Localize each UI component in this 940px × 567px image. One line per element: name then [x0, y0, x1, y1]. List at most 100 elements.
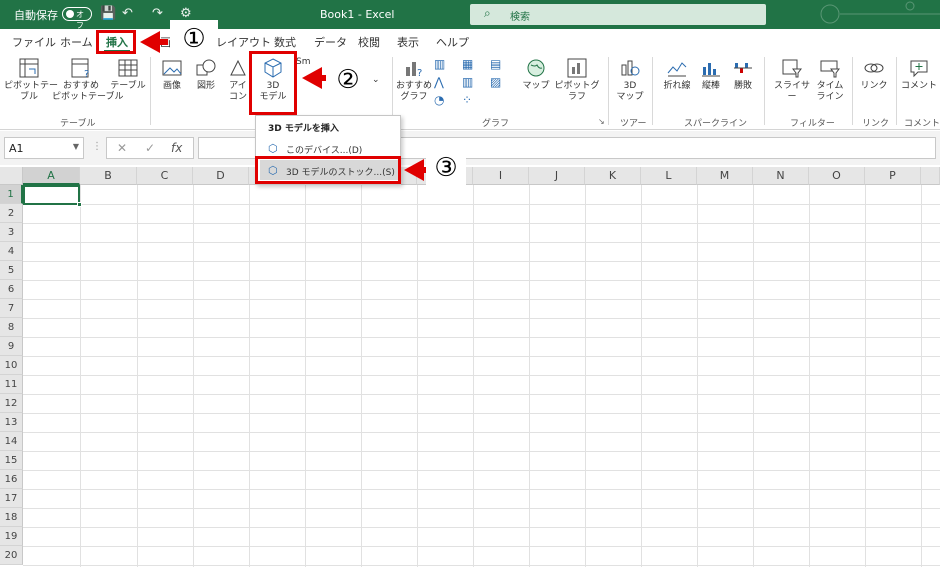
row-header[interactable]: 11 — [0, 375, 23, 394]
tab-file[interactable]: ファイル — [12, 34, 56, 50]
row-header[interactable]: 20 — [0, 546, 23, 565]
tab-home[interactable]: ホーム — [60, 34, 93, 50]
chevron-down-icon[interactable]: ⌄ — [372, 75, 380, 85]
column-header[interactable]: O — [809, 167, 865, 185]
row-header[interactable]: 2 — [0, 204, 23, 223]
undo-icon[interactable]: ↶ — [122, 6, 133, 21]
slicer-button[interactable]: スライサー — [770, 57, 814, 103]
row-header[interactable]: 3 — [0, 223, 23, 242]
tab-page-layout[interactable]: レイアウト — [216, 34, 271, 50]
name-box-value: A1 — [9, 142, 24, 155]
tab-formulas[interactable]: 数式 — [274, 34, 296, 50]
shapes-icon — [196, 59, 216, 76]
recommended-pivot-button[interactable]: ? おすすめ ピボットテーブル — [52, 57, 123, 103]
dialog-launcher-icon[interactable]: ↘ — [598, 117, 605, 126]
comment-label: コメント — [900, 81, 937, 91]
sparkline-column-button[interactable]: 縦棒 — [696, 57, 726, 92]
row-header[interactable]: 8 — [0, 318, 23, 337]
waterfall-chart-icon[interactable]: ▤ — [490, 57, 501, 71]
map-button[interactable]: マップ — [520, 57, 552, 92]
column-header[interactable]: B — [80, 167, 137, 185]
pivot-table-button[interactable]: ピボットテー ブル — [4, 57, 58, 103]
drag-handle-icon[interactable]: ⋮ — [92, 141, 102, 152]
enter-icon[interactable]: ✓ — [145, 141, 155, 155]
active-cell-a1[interactable] — [23, 185, 82, 207]
customize-qat-icon[interactable]: ⚙ — [180, 6, 192, 21]
map-globe-icon — [527, 59, 545, 77]
name-box[interactable]: A1 ▼ — [4, 137, 84, 159]
line-chart-icon[interactable]: ⋀ — [434, 75, 444, 89]
pivot-chart-button[interactable]: ピボットグラフ — [552, 57, 602, 103]
column-header[interactable]: L — [641, 167, 697, 185]
autosave-toggle[interactable]: オフ — [62, 7, 92, 30]
hierarchy-chart-icon[interactable]: ▦ — [462, 57, 473, 71]
tab-view[interactable]: 表示 — [397, 34, 419, 50]
row-header[interactable]: 12 — [0, 394, 23, 413]
column-header[interactable]: P — [865, 167, 921, 185]
tab-help[interactable]: ヘルプ — [436, 34, 469, 50]
table-button[interactable]: テーブル — [110, 57, 146, 92]
grid-line — [23, 299, 940, 300]
chevron-down-icon[interactable]: ▼ — [73, 142, 79, 151]
recommended-charts-button[interactable]: ? おすすめ グラフ — [396, 57, 432, 103]
step-badge-1: ① — [170, 20, 218, 58]
ribbon-separator — [764, 57, 765, 125]
worksheet-grid[interactable]: A B C D E F G H I J K L M N O P 1 2 3 4 … — [0, 167, 940, 567]
fill-handle[interactable] — [77, 202, 82, 207]
sparkline-winloss-button[interactable]: 勝敗 — [728, 57, 758, 92]
smartart-stub[interactable]: Sm — [296, 57, 310, 67]
formula-bar: A1 ▼ ⋮ ✕ ✓ fx — [0, 131, 940, 165]
scatter-chart-icon[interactable]: ⁘ — [462, 93, 472, 107]
row-header[interactable]: 18 — [0, 508, 23, 527]
column-header[interactable] — [921, 167, 940, 185]
menu-item-this-device[interactable]: ⬡ このデバイス...(D) — [260, 138, 398, 158]
row-header[interactable]: 4 — [0, 242, 23, 261]
timeline-button[interactable]: タイム ライン — [814, 57, 846, 103]
row-header[interactable]: 10 — [0, 356, 23, 375]
column-header[interactable]: N — [753, 167, 809, 185]
map3d-button[interactable]: 3D マップ — [614, 57, 646, 103]
row-header[interactable]: 16 — [0, 470, 23, 489]
row-header[interactable]: 5 — [0, 261, 23, 280]
row-header[interactable]: 15 — [0, 451, 23, 470]
search-box[interactable]: ⌕ 検索 — [470, 4, 766, 25]
redo-icon[interactable]: ↷ — [152, 6, 163, 21]
column-header[interactable]: D — [193, 167, 249, 185]
statistic-chart-icon[interactable]: ▥ — [462, 75, 473, 89]
sparkline-winloss-label: 勝敗 — [733, 81, 752, 91]
row-header[interactable]: 19 — [0, 527, 23, 546]
tab-review[interactable]: 校閲 — [358, 34, 380, 50]
row-header[interactable]: 9 — [0, 337, 23, 356]
grid-line — [23, 546, 940, 547]
row-header[interactable]: 13 — [0, 413, 23, 432]
grid-line — [809, 185, 810, 567]
column-chart-icon[interactable]: ▥ — [434, 57, 445, 71]
pie-chart-icon[interactable]: ◔ — [434, 93, 444, 107]
column-header[interactable]: A — [23, 167, 80, 185]
sparkline-line-button[interactable]: 折れ線 — [660, 57, 694, 92]
comment-button[interactable]: コメント — [900, 57, 938, 92]
shapes-button[interactable]: 図形 — [190, 57, 222, 92]
column-header[interactable]: K — [585, 167, 641, 185]
column-header[interactable]: I — [473, 167, 529, 185]
combo-chart-icon[interactable]: ▨ — [490, 75, 501, 89]
row-header[interactable]: 14 — [0, 432, 23, 451]
fx-icon[interactable]: fx — [171, 141, 182, 155]
grid-line — [23, 451, 940, 452]
group-tour-label: ツアー — [620, 119, 647, 129]
row-header[interactable]: 17 — [0, 489, 23, 508]
image-button[interactable]: 画像 — [156, 57, 188, 92]
row-header[interactable]: 7 — [0, 299, 23, 318]
cancel-icon[interactable]: ✕ — [117, 141, 127, 155]
row-header[interactable]: 1 — [0, 185, 23, 204]
column-header[interactable]: C — [137, 167, 193, 185]
link-button[interactable]: リンク — [858, 57, 890, 92]
save-icon[interactable]: 💾 — [100, 6, 116, 21]
icons-button[interactable]: アイ コン — [224, 57, 252, 103]
tab-data[interactable]: データ — [314, 34, 347, 50]
select-all-corner[interactable] — [0, 167, 23, 185]
timeline-icon — [820, 60, 840, 78]
column-header[interactable]: M — [697, 167, 753, 185]
row-header[interactable]: 6 — [0, 280, 23, 299]
column-header[interactable]: J — [529, 167, 585, 185]
